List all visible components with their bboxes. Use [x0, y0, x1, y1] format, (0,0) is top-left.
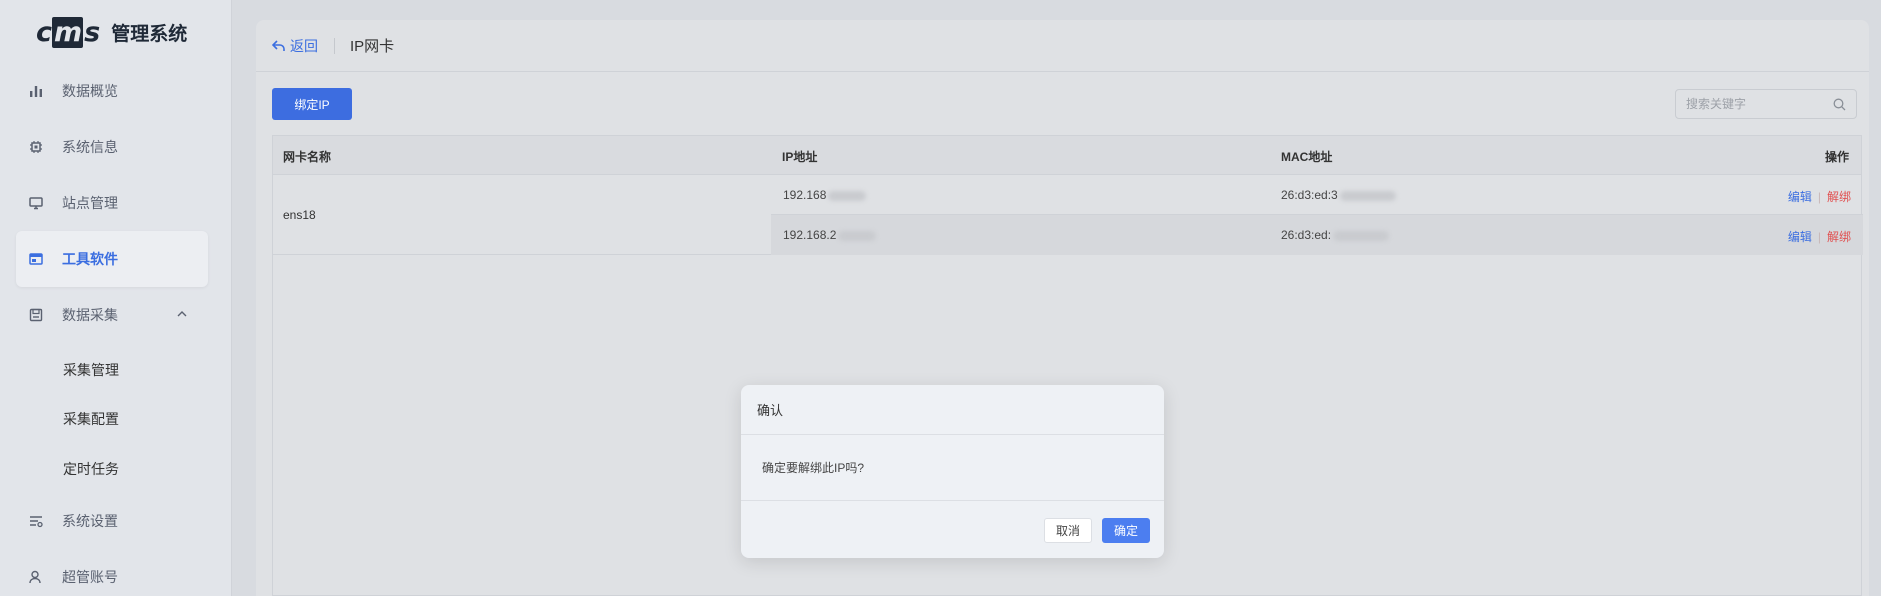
unbind-link[interactable]: 解绑: [1827, 230, 1851, 244]
page-title: IP网卡: [350, 38, 395, 55]
search-box[interactable]: [1675, 89, 1857, 119]
window-icon: [28, 251, 44, 267]
sidebar-item-label: 工具软件: [62, 251, 118, 267]
dialog-message: 确定要解绑此IP吗?: [741, 435, 1164, 501]
app-logo[interactable]: cms 管理系统: [36, 14, 187, 50]
table-row: ens18 192.168 26:d3:ed:3 编辑 | 解绑 192.168.2…: [273, 175, 1863, 255]
redaction-blur: [1333, 230, 1390, 241]
chip-icon: [28, 139, 44, 155]
sidebar-subitem-collection-config[interactable]: 采集配置: [63, 409, 119, 431]
app-title: 管理系统: [111, 23, 188, 45]
back-label: 返回: [290, 37, 318, 54]
back-button[interactable]: 返回: [272, 36, 318, 56]
ip-entry-row: 192.168.2 26:d3:ed: 编辑 | 解绑: [771, 215, 1863, 255]
column-header-nic-name: 网卡名称: [283, 150, 332, 164]
bar-chart-icon: [28, 83, 44, 99]
sidebar-item-system-info[interactable]: 系统信息: [16, 119, 208, 175]
sliders-icon: [28, 513, 44, 529]
table-header: 网卡名称 IP地址 MAC地址 操作: [273, 136, 1861, 175]
back-arrow-icon: [272, 39, 285, 51]
sidebar-item-label: 数据概览: [62, 83, 118, 99]
save-icon: [28, 307, 44, 323]
sidebar-item-data-collection[interactable]: 数据采集: [16, 287, 208, 343]
sidebar-item-site-management[interactable]: 站点管理: [16, 175, 208, 231]
row-actions: 编辑 | 解绑: [1788, 188, 1851, 205]
column-header-mac: MAC地址: [1281, 150, 1333, 164]
confirm-dialog: 确认 确定要解绑此IP吗? 取消 确定: [741, 385, 1164, 558]
action-divider: |: [1817, 230, 1821, 244]
mac-cell: 26:d3:ed:3: [1281, 188, 1396, 202]
bind-ip-button[interactable]: 绑定IP: [272, 88, 352, 120]
search-icon[interactable]: [1833, 98, 1846, 116]
edit-link[interactable]: 编辑: [1788, 230, 1812, 244]
sidebar-item-system-settings[interactable]: 系统设置: [16, 493, 208, 549]
nic-name-cell: ens18: [283, 208, 316, 222]
ip-cell: 192.168: [783, 188, 867, 202]
dialog-footer: 取消 确定: [741, 501, 1164, 557]
ip-cell: 192.168.2: [783, 228, 877, 242]
row-actions: 编辑 | 解绑: [1788, 228, 1851, 245]
monitor-icon: [28, 195, 44, 211]
sidebar-item-tool-software[interactable]: 工具软件: [16, 231, 208, 287]
sidebar-item-data-overview[interactable]: 数据概览: [16, 63, 208, 119]
sidebar-subitem-collection-management[interactable]: 采集管理: [63, 360, 119, 382]
confirm-button[interactable]: 确定: [1102, 518, 1150, 543]
page-header: 返回 IP网卡: [256, 20, 1869, 72]
column-header-actions: 操作: [1824, 150, 1849, 164]
sidebar-item-label: 系统信息: [62, 139, 118, 155]
redaction-blur: [838, 230, 877, 241]
cancel-button[interactable]: 取消: [1044, 518, 1092, 543]
sidebar-item-label: 超管账号: [62, 569, 118, 585]
edit-link[interactable]: 编辑: [1788, 190, 1812, 204]
mac-cell: 26:d3:ed:: [1281, 228, 1390, 242]
sidebar-item-admin-account[interactable]: 超管账号: [16, 549, 208, 596]
redaction-blur: [1339, 190, 1396, 201]
action-divider: |: [1817, 190, 1821, 204]
sidebar-item-label: 数据采集: [62, 307, 118, 323]
search-input[interactable]: [1686, 97, 1826, 111]
user-icon: [28, 569, 44, 585]
chevron-up-icon[interactable]: [176, 307, 188, 323]
ip-entry-row: 192.168 26:d3:ed:3 编辑 | 解绑: [771, 175, 1863, 215]
sidebar: cms 管理系统 数据概览 系统信息 站点管理 工具软件 数据采集 采集管理 采…: [0, 0, 232, 596]
sidebar-item-label: 系统设置: [62, 513, 118, 529]
header-divider: [334, 37, 335, 54]
sidebar-subitem-scheduled-tasks[interactable]: 定时任务: [63, 459, 119, 481]
dialog-title: 确认: [741, 385, 1164, 435]
unbind-link[interactable]: 解绑: [1827, 190, 1851, 204]
column-header-ip: IP地址: [782, 150, 818, 164]
logo-mark-icon: cms: [36, 16, 100, 48]
sidebar-item-label: 站点管理: [62, 195, 118, 211]
redaction-blur: [828, 190, 867, 201]
